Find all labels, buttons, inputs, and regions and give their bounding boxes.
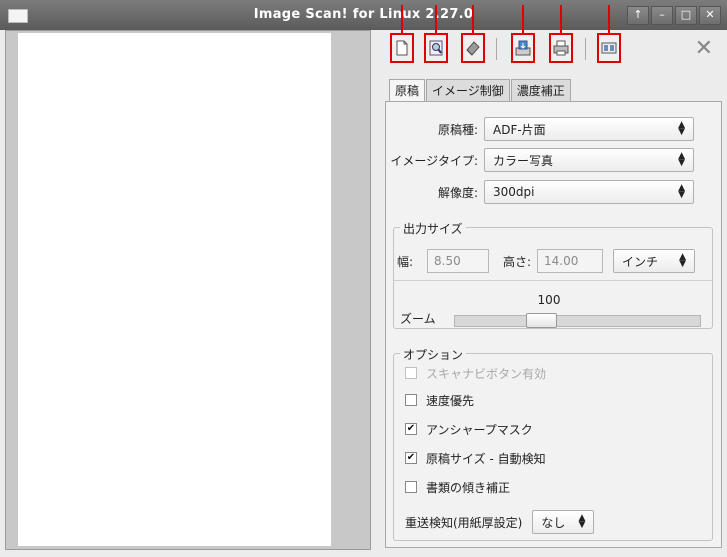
source-combo[interactable]: ADF-片面 ▲ ▼ xyxy=(484,117,694,141)
eraser-icon xyxy=(466,41,480,56)
highlight-marker xyxy=(608,5,610,35)
tab-image-control[interactable]: イメージ制御 xyxy=(426,79,510,102)
scanner-button-label: スキャナビボタン有効 xyxy=(426,366,547,381)
image-type-row: イメージタイプ: カラー写真 ▲ ▼ xyxy=(386,147,694,173)
preview-paper xyxy=(18,33,331,546)
source-value: ADF-片面 xyxy=(493,122,546,137)
magnifier-icon xyxy=(429,40,443,56)
window-titlebar[interactable]: Image Scan! for Linux 2.27.0 ↑ – □ ✕ xyxy=(0,0,727,30)
resolution-row: 解像度: 300dpi ▲ ▼ xyxy=(386,179,694,205)
scanner-button-option: スキャナビボタン有効 xyxy=(405,365,546,381)
speed-priority-label: 速度優先 xyxy=(426,393,475,408)
speed-priority-checkbox[interactable] xyxy=(405,394,417,406)
tab-document[interactable]: 原稿 xyxy=(389,79,426,103)
print-button[interactable] xyxy=(549,5,573,63)
toolbar-separator xyxy=(585,38,586,60)
resolution-label: 解像度: xyxy=(437,185,478,200)
image-type-combo[interactable]: カラー写真 ▲ ▼ xyxy=(484,148,694,172)
window-controls: ↑ – □ ✕ xyxy=(627,6,721,25)
unsharp-mask-label: アンシャープマスク xyxy=(426,422,533,437)
resolution-value: 300dpi xyxy=(493,185,535,199)
height-label: 高さ: xyxy=(502,254,531,269)
window-title: Image Scan! for Linux 2.27.0 xyxy=(253,7,474,22)
highlight-marker xyxy=(560,5,562,35)
options-group: オプション スキャナビボタン有効 速度優先 ✔ アンシャープマスク ✔ 原稿サイ… xyxy=(393,346,713,541)
zoom-label: ズーム xyxy=(400,312,436,326)
deskew-label: 書類の傾き補正 xyxy=(426,480,511,495)
scanner-button-checkbox xyxy=(405,367,417,379)
highlight-marker xyxy=(472,5,474,35)
highlight-marker xyxy=(435,5,437,35)
zoom-slider-handle[interactable] xyxy=(526,313,557,328)
width-input[interactable]: 8.50 xyxy=(427,249,489,273)
auto-size-label: 原稿サイズ - 自動検知 xyxy=(426,451,546,466)
double-feed-value: なし xyxy=(541,515,566,530)
auto-detect-button[interactable] xyxy=(461,5,485,63)
deskew-option[interactable]: 書類の傾き補正 xyxy=(405,479,510,495)
resolution-combo[interactable]: 300dpi ▲ ▼ xyxy=(484,180,694,204)
output-size-group: 出力サイズ 幅: 8.50 高さ: 14.00 インチ ▲ ▼ 100 ズーム xyxy=(393,220,713,329)
tab-tone-correction[interactable]: 濃度補正 xyxy=(510,79,571,102)
updown-icon: ▲ ▼ xyxy=(679,252,686,269)
document-icon xyxy=(396,40,408,56)
maximize-button[interactable]: □ xyxy=(675,6,697,25)
auto-size-option[interactable]: ✔ 原稿サイズ - 自動検知 xyxy=(405,450,546,466)
options-title: オプション xyxy=(400,346,467,363)
speed-priority-option[interactable]: 速度優先 xyxy=(405,392,474,408)
close-icon[interactable]: ✕ xyxy=(695,36,713,61)
thumbnails-icon xyxy=(601,42,617,54)
highlight-marker xyxy=(522,5,524,35)
toolbar-separator xyxy=(496,38,497,60)
auto-size-checkbox[interactable]: ✔ xyxy=(405,452,417,464)
scan-icon xyxy=(515,40,531,56)
zoom-slider-track[interactable] xyxy=(454,315,701,327)
height-input[interactable]: 14.00 xyxy=(537,249,603,273)
highlight-marker xyxy=(401,5,403,35)
unsharp-mask-checkbox[interactable]: ✔ xyxy=(405,423,417,435)
new-document-button[interactable] xyxy=(390,5,414,63)
close-window-button[interactable]: ✕ xyxy=(699,6,721,25)
divider xyxy=(394,280,712,281)
updown-icon: ▲ ▼ xyxy=(678,120,685,137)
tab-bar: 原稿 イメージ制御 濃度補正 xyxy=(389,79,572,103)
updown-icon: ▲ ▼ xyxy=(578,513,586,530)
updown-icon: ▲ ▼ xyxy=(678,151,685,168)
double-feed-combo[interactable]: なし ▲ ▼ xyxy=(532,510,595,534)
window-up-icon[interactable]: ↑ xyxy=(627,6,649,25)
settings-panel: 原稿種: ADF-片面 ▲ ▼ イメージタイプ: カラー写真 ▲ ▼ 解像度: 30… xyxy=(385,101,722,548)
zoom-value: 100 xyxy=(537,293,561,307)
scan-button[interactable] xyxy=(511,5,535,63)
width-label: 幅: xyxy=(397,254,414,269)
output-size-title: 出力サイズ xyxy=(400,220,466,237)
preview-button[interactable] xyxy=(424,5,448,63)
double-feed-row: 重送検知(用紙厚設定) なし ▲ ▼ xyxy=(405,509,595,535)
double-feed-label: 重送検知(用紙厚設定) xyxy=(405,515,523,530)
output-size-row: 幅: 8.50 高さ: 14.00 インチ ▲ ▼ xyxy=(397,248,695,274)
unsharp-mask-option[interactable]: ✔ アンシャープマスク xyxy=(405,421,533,437)
deskew-checkbox[interactable] xyxy=(405,481,417,493)
source-label: 原稿種: xyxy=(437,122,478,137)
image-type-label: イメージタイプ: xyxy=(390,153,478,168)
unit-combo[interactable]: インチ ▲ ▼ xyxy=(613,249,695,273)
source-row: 原稿種: ADF-片面 ▲ ▼ xyxy=(386,116,694,142)
thumbnails-button[interactable] xyxy=(597,5,621,63)
minimize-button[interactable]: – xyxy=(651,6,673,25)
updown-icon: ▲ ▼ xyxy=(678,183,685,200)
toolbar: ✕ xyxy=(385,5,727,70)
preview-area[interactable] xyxy=(5,30,371,550)
unit-value: インチ xyxy=(622,254,659,269)
printer-icon xyxy=(553,40,569,56)
image-type-value: カラー写真 xyxy=(493,153,554,168)
main-window: ✕ 原稿 イメージ制御 濃度補正 原稿種: ADF-片面 ▲ ▼ イメージタイプ:… xyxy=(0,5,727,557)
